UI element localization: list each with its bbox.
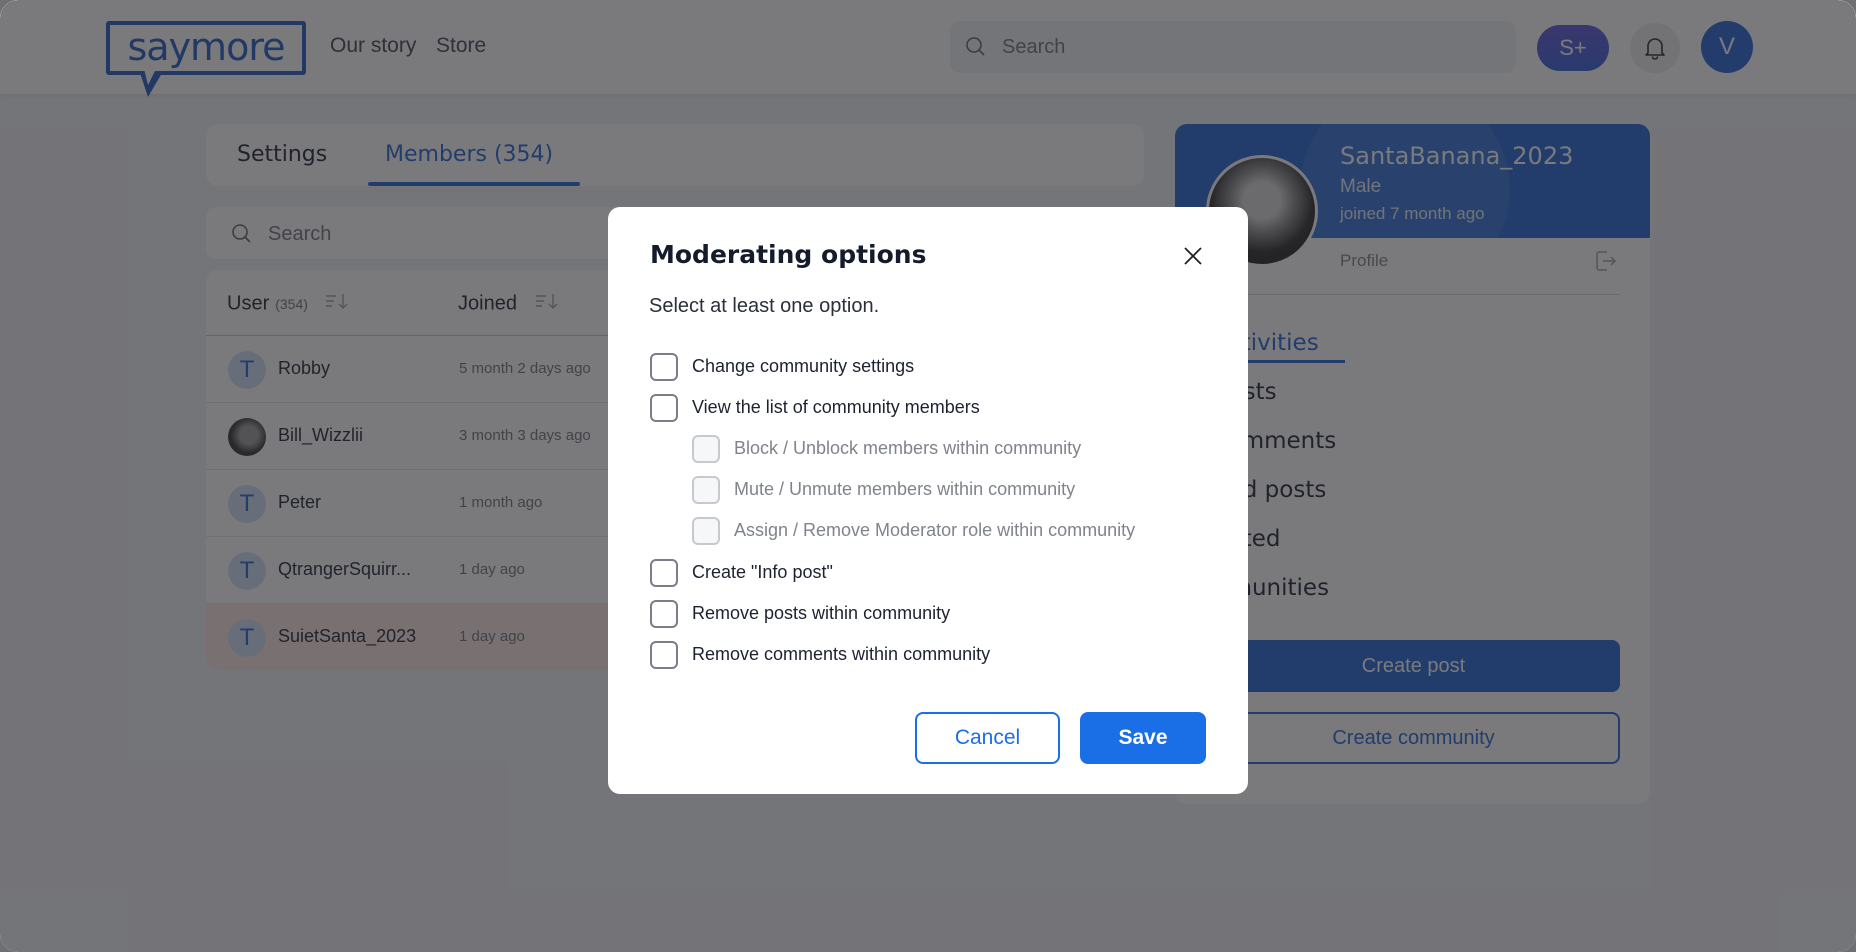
option-label: Assign / Remove Moderator role within co…	[734, 520, 1136, 540]
option-label: Block / Unblock members within community	[734, 438, 1082, 458]
checkbox[interactable]	[650, 600, 678, 628]
close-icon[interactable]	[1178, 241, 1208, 271]
checkbox-disabled	[692, 476, 720, 504]
option-label: Change community settings	[692, 356, 915, 376]
moderating-options-dialog: Moderating options Select at least one o…	[608, 207, 1248, 794]
checkbox[interactable]	[650, 394, 678, 422]
option-label: Mute / Unmute members within community	[734, 479, 1076, 499]
option-label: Remove comments within community	[692, 644, 991, 664]
option-label: View the list of community members	[692, 397, 980, 417]
option-label: Remove posts within community	[692, 603, 951, 623]
save-button[interactable]: Save	[1080, 712, 1206, 764]
app-window: saymore Our story Store Search S+ V Sett…	[0, 0, 1856, 952]
checkbox[interactable]	[650, 353, 678, 381]
checkbox[interactable]	[650, 559, 678, 587]
checkbox-disabled	[692, 517, 720, 545]
option-label: Create "Info post"	[692, 562, 833, 582]
cancel-button[interactable]: Cancel	[915, 712, 1060, 764]
dialog-title: Moderating options	[650, 240, 927, 269]
checkbox[interactable]	[650, 641, 678, 669]
checkbox-disabled	[692, 435, 720, 463]
dialog-subtitle: Select at least one option.	[649, 295, 880, 317]
